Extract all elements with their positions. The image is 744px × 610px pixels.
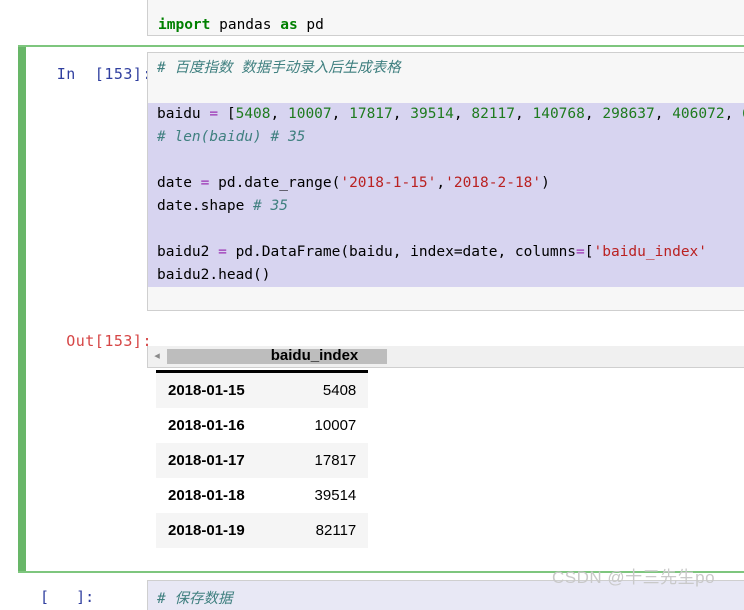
table-head: baidu_index [156, 345, 369, 373]
previous-cell-ghost-line [148, 0, 744, 15]
columns-open-bracket: [ [584, 244, 594, 260]
columns-string: 'baidu_index' [593, 244, 708, 260]
baidu-number-2: 17817 [349, 106, 393, 122]
code-line-baidu-list: baidu = [5408, 10007, 17817, 39514, 8211… [148, 103, 744, 126]
table-cell-value: 39514 [314, 487, 357, 504]
selected-notebook-cell[interactable]: In [153]: # 百度指数 数据手动录入后生成表格 baidu = [54… [18, 45, 744, 573]
code-line-comment-len: # len(baidu) # 35 [148, 126, 744, 149]
date-variable: date [157, 175, 201, 191]
table-row: 2018-01-17 17817 [156, 443, 369, 478]
table-cell-value: 17817 [314, 452, 357, 469]
sep-3: , [453, 106, 472, 122]
table-row-index: 2018-01-16 [168, 417, 245, 434]
date-comma: , [436, 175, 446, 191]
code-line-date-range: date = pd.date_range('2018-1-15','2018-2… [148, 172, 744, 195]
table-cell-value: 5408 [322, 382, 357, 399]
next-code-cell[interactable]: # 保存数据 [147, 580, 744, 610]
table-cell-value: 82117 [315, 522, 357, 539]
sep-2: , [392, 106, 411, 122]
baidu-number-3: 39514 [410, 106, 454, 122]
baidu-number-5: 140768 [532, 106, 585, 122]
sep-0: , [270, 106, 288, 122]
as-keyword: as [280, 17, 298, 33]
baidu-variable: baidu [157, 106, 210, 122]
baidu-number-7: 406072 [672, 106, 725, 122]
sep-5: , [584, 106, 603, 122]
next-cell-input-prompt: [ ]: [40, 588, 95, 606]
comment-header-text: # 百度指数 数据手动录入后生成表格 [157, 60, 401, 76]
table-row: 2018-01-18 39514 [156, 478, 369, 513]
code-line-blank-3 [148, 218, 744, 241]
baidu-number-1: 10007 [287, 106, 332, 122]
selected-cell-indicator-bar [18, 47, 26, 571]
input-prompt: In [153]: [56, 65, 152, 83]
head-call-expr: baidu2.head() [157, 267, 271, 283]
code-input-area[interactable]: # 百度指数 数据手动录入后生成表格 baidu = [5408, 10007,… [147, 52, 744, 311]
columns-equals: = [576, 244, 585, 260]
code-line-dataframe: baidu2 = pd.DataFrame(baidu, index=date,… [148, 241, 744, 264]
cell-output-area: baidu_index 2018-01-15 5408 2018-01-16 1… [156, 345, 369, 548]
table-row-index: 2018-01-17 [168, 452, 245, 469]
assign-operator-1: = [209, 106, 219, 122]
code-line-date-shape: date.shape # 35 [148, 195, 744, 218]
date-range-call: pd.date_range( [209, 175, 341, 191]
sep-1: , [331, 106, 350, 122]
table-row-index: 2018-01-19 [168, 522, 245, 539]
code-line-trailing [148, 287, 744, 310]
next-cell-code-line: # 保存数据 [148, 581, 744, 610]
table-row: 2018-01-16 10007 [156, 408, 369, 443]
previous-cell-code-line: import pandas as pd [148, 15, 744, 35]
table-row: 2018-01-19 82117 [156, 513, 369, 548]
list-open-bracket: [ [218, 106, 236, 122]
table-body: 2018-01-15 5408 2018-01-16 10007 2018-01… [156, 371, 369, 548]
table-column-header-baidu-index: baidu_index [260, 345, 369, 373]
output-prompt: Out[153]: [66, 332, 152, 350]
sep-6: , [654, 106, 673, 122]
dataframe-output-table: baidu_index 2018-01-15 5408 2018-01-16 1… [156, 345, 369, 548]
table-row-index: 2018-01-15 [168, 382, 245, 399]
dataframe-call: pd.DataFrame(baidu, index=date, columns [226, 244, 577, 260]
code-line-blank-1 [148, 80, 744, 103]
module-name: pandas [210, 17, 281, 33]
import-keyword: import [158, 17, 211, 33]
assign-operator-3: = [218, 244, 227, 260]
table-header-row: baidu_index [156, 345, 369, 373]
table-index-header [156, 345, 261, 373]
date-close-paren: ) [541, 175, 550, 191]
code-line-head-call: baidu2.head() [148, 264, 744, 287]
date-end-string: '2018-2-18' [445, 175, 542, 191]
module-alias: pd [297, 17, 324, 33]
baidu-number-4: 82117 [471, 106, 516, 122]
baidu-number-6: 298637 [602, 106, 655, 122]
baidu-number-0: 5408 [235, 106, 271, 122]
comment-35-text: # 35 [253, 198, 288, 214]
table-row: 2018-01-15 5408 [156, 371, 369, 408]
table-cell-value: 10007 [314, 417, 357, 434]
code-line-blank-2 [148, 149, 744, 172]
sep-7: , [724, 106, 743, 122]
comment-len-text: # len(baidu) # 35 [157, 129, 306, 145]
date-start-string: '2018-1-15' [340, 175, 437, 191]
sep-4: , [515, 106, 533, 122]
code-line-comment-header: # 百度指数 数据手动录入后生成表格 [148, 57, 744, 80]
previous-code-cell[interactable]: import pandas as pd [147, 0, 744, 36]
baidu2-variable: baidu2 [157, 244, 219, 260]
table-row-index: 2018-01-18 [168, 487, 245, 504]
date-shape-expr: date.shape [157, 198, 254, 214]
